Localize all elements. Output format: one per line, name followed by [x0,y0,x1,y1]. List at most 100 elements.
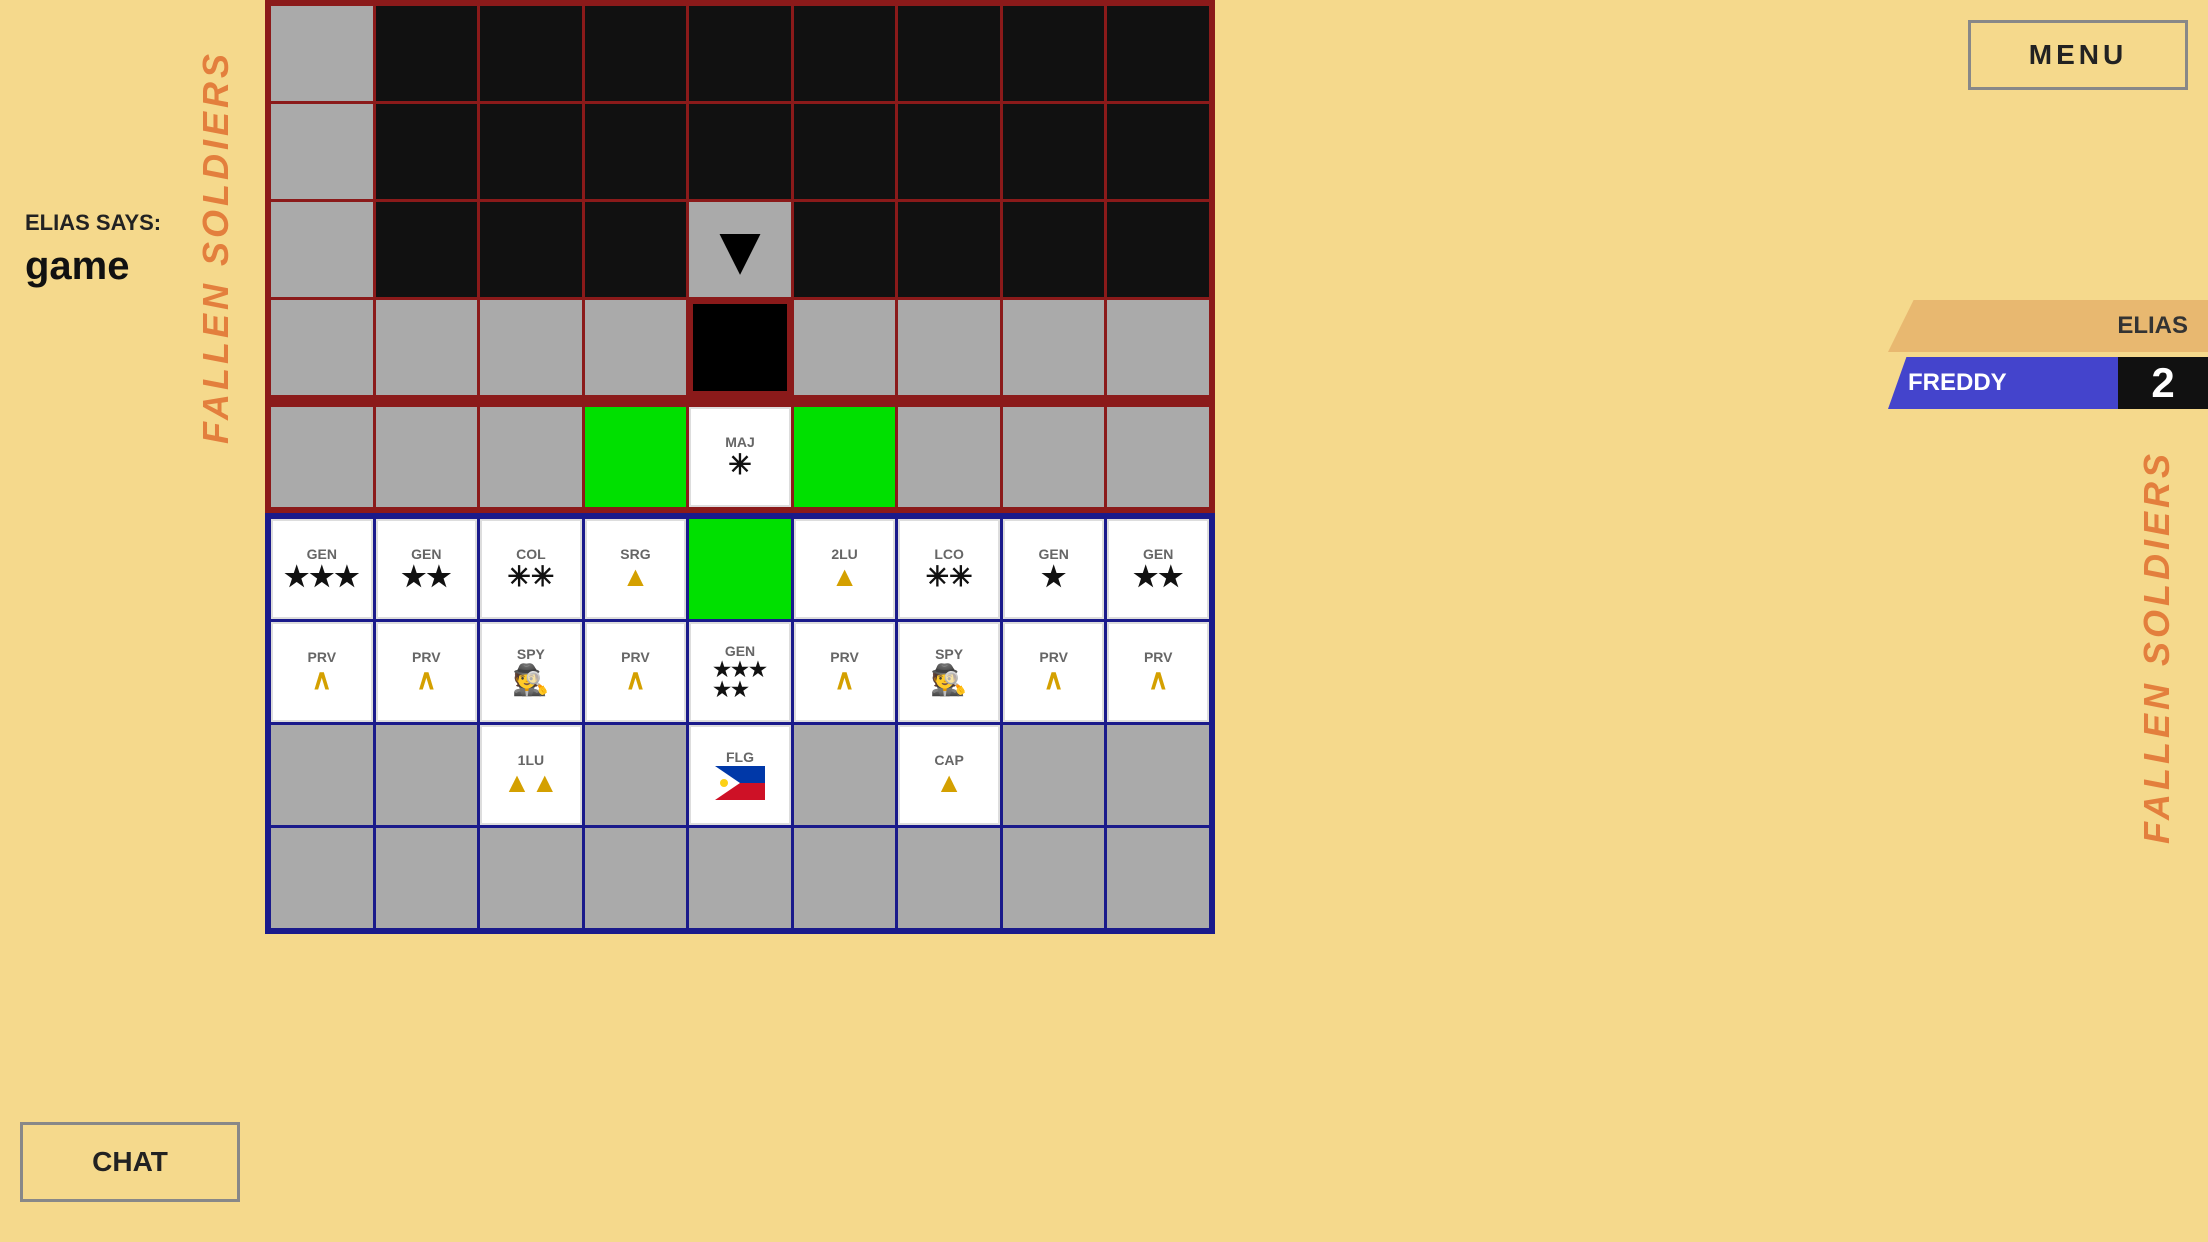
cell-p2-6-cap[interactable]: CAP ▲ [898,725,1000,825]
cell-p2-1-empty[interactable] [376,725,478,825]
piece-prv[interactable]: PRV ∧ [273,624,371,720]
cell-n0-0[interactable] [271,407,373,507]
cell-p0-4-green[interactable] [689,519,791,619]
cell-e1-7[interactable] [1003,104,1105,199]
cell-p3-3[interactable] [585,828,687,928]
cell-e1-4[interactable] [689,104,791,199]
cell-e2-7[interactable] [1003,202,1105,297]
cell-p2-4-flg[interactable]: FLG [689,725,791,825]
cell-p1-8-prv6[interactable]: PRV ∧ [1107,622,1209,722]
cell-e2-4-arrow[interactable]: ▼ [689,202,791,297]
piece-spy2[interactable]: SPY 🕵 [900,624,998,720]
cell-p0-1-gen2star[interactable]: GEN ★★ [376,519,478,619]
cell-e0-0[interactable] [271,6,373,101]
cell-e0-8[interactable] [1107,6,1209,101]
cell-e1-2[interactable] [480,104,582,199]
cell-e1-3[interactable] [585,104,687,199]
cell-e0-4[interactable] [689,6,791,101]
cell-n0-7[interactable] [1003,407,1105,507]
cell-p2-7-empty[interactable] [1003,725,1105,825]
cell-e2-1[interactable] [376,202,478,297]
cell-e3-3[interactable] [585,300,687,395]
cell-e0-6[interactable] [898,6,1000,101]
cell-p0-8-gen2star2[interactable]: GEN ★★ [1107,519,1209,619]
menu-button[interactable]: MENU [1968,20,2188,90]
cell-e2-0[interactable] [271,202,373,297]
cell-e2-5[interactable] [794,202,896,297]
cell-p3-6[interactable] [898,828,1000,928]
piece-prv6[interactable]: PRV ∧ [1109,624,1207,720]
piece-prv5[interactable]: PRV ∧ [1005,624,1103,720]
cell-p2-8-empty[interactable] [1107,725,1209,825]
cell-e3-4-highlighted[interactable] [689,300,791,395]
cell-p3-8[interactable] [1107,828,1209,928]
cell-p0-7-gen1star[interactable]: GEN ★ [1003,519,1105,619]
cell-n0-8[interactable] [1107,407,1209,507]
cell-e0-5[interactable] [794,6,896,101]
cell-e1-6[interactable] [898,104,1000,199]
cell-e1-5[interactable] [794,104,896,199]
cell-p2-5-empty[interactable] [794,725,896,825]
cell-e3-5[interactable] [794,300,896,395]
cell-n0-3-green[interactable] [585,407,687,507]
cell-p1-7-prv5[interactable]: PRV ∧ [1003,622,1105,722]
cell-p2-0-empty[interactable] [271,725,373,825]
cell-e2-6[interactable] [898,202,1000,297]
cell-p0-3-srg[interactable]: SRG ▲ [585,519,687,619]
cell-e3-2[interactable] [480,300,582,395]
cell-p0-6-lco[interactable]: LCO ✳✳ [898,519,1000,619]
cell-p3-0[interactable] [271,828,373,928]
piece-maj[interactable]: MAJ ✳ [691,409,789,505]
cell-p3-7[interactable] [1003,828,1105,928]
cell-p3-4[interactable] [689,828,791,928]
piece-srg[interactable]: SRG ▲ [587,521,685,617]
cell-e0-1[interactable] [376,6,478,101]
cell-e1-8[interactable] [1107,104,1209,199]
cell-e2-2[interactable] [480,202,582,297]
chat-button[interactable]: CHAT [20,1122,240,1202]
cell-p1-3-prv3[interactable]: PRV ∧ [585,622,687,722]
piece-prv3[interactable]: PRV ∧ [587,624,685,720]
piece-gen3star[interactable]: GEN ★★★ [273,521,371,617]
piece-col[interactable]: COL ✳✳ [482,521,580,617]
piece-cap[interactable]: CAP ▲ [900,727,998,823]
cell-e1-1[interactable] [376,104,478,199]
cell-p1-4-gen5star[interactable]: GEN ★★★★★ [689,622,791,722]
cell-e3-0[interactable] [271,300,373,395]
cell-e3-8[interactable] [1107,300,1209,395]
cell-e0-3[interactable] [585,6,687,101]
cell-p2-2-1lu[interactable]: 1LU ▲▲ [480,725,582,825]
piece-gen2star2[interactable]: GEN ★★ [1109,521,1207,617]
cell-e2-8[interactable] [1107,202,1209,297]
cell-p0-2-col[interactable]: COL ✳✳ [480,519,582,619]
piece-lco[interactable]: LCO ✳✳ [900,521,998,617]
cell-n0-2[interactable] [480,407,582,507]
cell-n0-6[interactable] [898,407,1000,507]
piece-1lu[interactable]: 1LU ▲▲ [482,727,580,823]
cell-p1-0-prv[interactable]: PRV ∧ [271,622,373,722]
cell-p0-5-2lu[interactable]: 2LU ▲ [794,519,896,619]
cell-e3-6[interactable] [898,300,1000,395]
piece-2lu[interactable]: 2LU ▲ [796,521,894,617]
cell-p0-0-gen3star[interactable]: GEN ★★★ [271,519,373,619]
piece-gen5star[interactable]: GEN ★★★★★ [691,624,789,720]
cell-e3-1[interactable] [376,300,478,395]
cell-p2-3-empty[interactable] [585,725,687,825]
piece-gen1star[interactable]: GEN ★ [1005,521,1103,617]
cell-n0-5-green[interactable] [794,407,896,507]
cell-e0-7[interactable] [1003,6,1105,101]
cell-n0-1[interactable] [376,407,478,507]
piece-prv4[interactable]: PRV ∧ [796,624,894,720]
cell-p1-2-spy[interactable]: SPY 🕵 [480,622,582,722]
cell-p3-2[interactable] [480,828,582,928]
cell-e1-0[interactable] [271,104,373,199]
cell-p1-1-prv2[interactable]: PRV ∧ [376,622,478,722]
cell-e0-2[interactable] [480,6,582,101]
cell-p3-5[interactable] [794,828,896,928]
cell-p3-1[interactable] [376,828,478,928]
piece-spy[interactable]: SPY 🕵 [482,624,580,720]
cell-e2-3[interactable] [585,202,687,297]
piece-gen2star[interactable]: GEN ★★ [378,521,476,617]
piece-flg[interactable]: FLG [691,727,789,823]
cell-p1-5-prv4[interactable]: PRV ∧ [794,622,896,722]
